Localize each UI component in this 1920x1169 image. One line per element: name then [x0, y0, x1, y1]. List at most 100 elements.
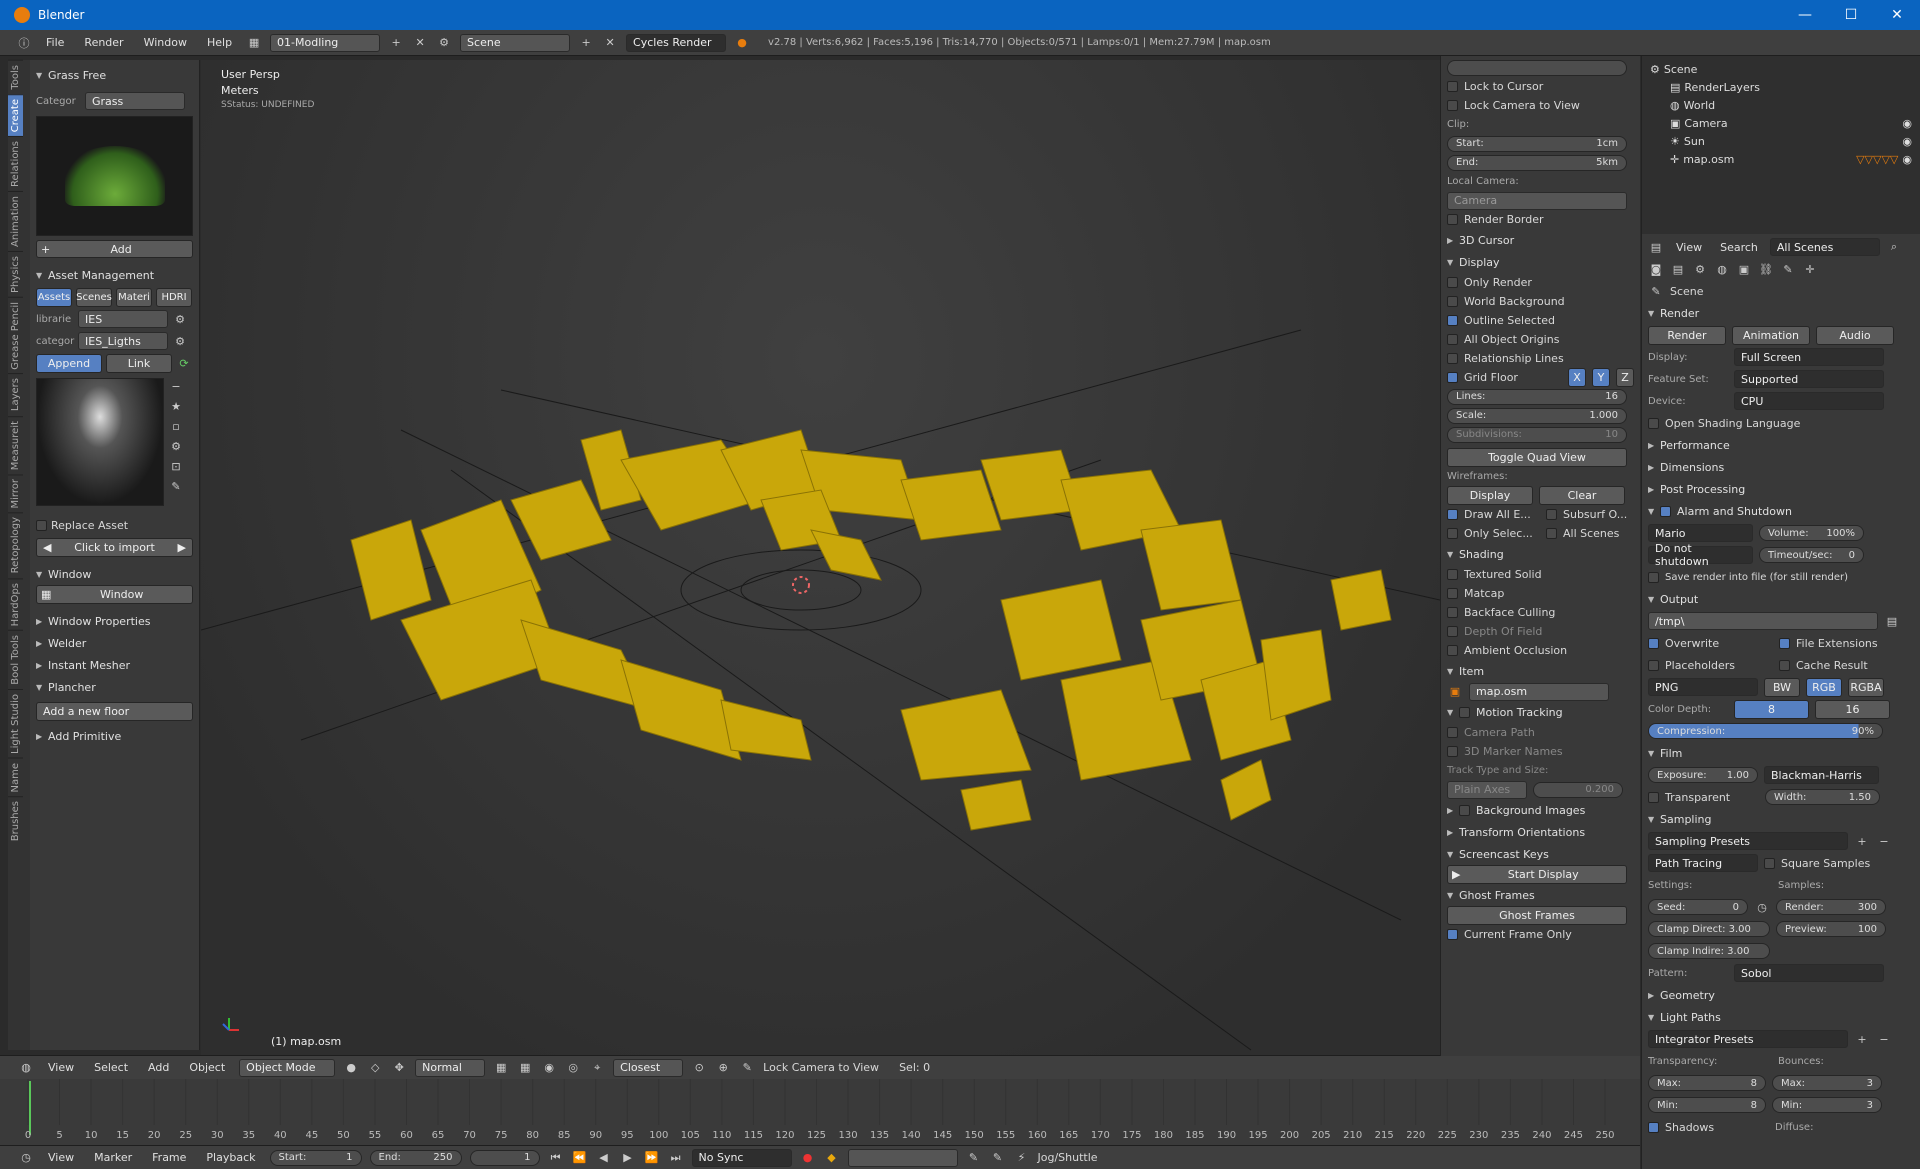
menu-playback[interactable]: Playback: [200, 1151, 261, 1164]
bounces-max-field[interactable]: Max: 3: [1772, 1075, 1882, 1091]
grid-floor-checkbox[interactable]: [1447, 372, 1458, 383]
sampling-presets-select[interactable]: Sampling Presets: [1648, 832, 1848, 850]
render-panel-header[interactable]: ▼ Render: [1648, 302, 1914, 324]
all-origins-checkbox[interactable]: [1447, 334, 1458, 345]
all-scenes-select[interactable]: All Scenes: [1769, 238, 1880, 256]
performance-header[interactable]: ▶ Performance: [1648, 434, 1914, 456]
grid-subdivisions-field[interactable]: Subdivisions: 10: [1447, 426, 1627, 443]
tab-retopology[interactable]: Retopology: [8, 512, 23, 578]
constraints-tab-icon[interactable]: ⛓: [1758, 261, 1774, 277]
record-icon[interactable]: ●: [800, 1150, 816, 1166]
grass-panel-header[interactable]: ▼ Grass Free: [36, 64, 193, 86]
display-header[interactable]: ▼ Display: [1447, 251, 1634, 273]
menu-window[interactable]: Window: [138, 36, 193, 49]
visibility-eye-icon[interactable]: ◉: [1902, 153, 1912, 166]
textured-solid-checkbox[interactable]: [1447, 569, 1458, 580]
keying-set-field[interactable]: [847, 1148, 958, 1167]
scene-field[interactable]: Scene: [460, 33, 571, 52]
lock-icon[interactable]: ⊡: [168, 458, 184, 474]
seed-field[interactable]: Seed: 0: [1648, 899, 1748, 915]
pixel-filter-select[interactable]: Blackman-Harris: [1764, 766, 1879, 784]
window-button[interactable]: ▦ Window: [36, 585, 193, 604]
outliner-item-map-osm[interactable]: ✛ map.osm ▽▽▽▽▽ ◉: [1650, 150, 1912, 168]
file-extensions-checkbox[interactable]: [1779, 637, 1790, 649]
jump-end-icon[interactable]: ⏭: [668, 1150, 684, 1166]
tab-animation[interactable]: Animation: [8, 190, 23, 251]
axis-y-toggle[interactable]: Y: [1592, 368, 1610, 387]
3d-viewport[interactable]: User Persp Meters SStatus: UNDEFINED (1)…: [201, 60, 1440, 1055]
clock-icon[interactable]: ◷: [1754, 899, 1770, 915]
visibility-eye-icon[interactable]: ◉: [1902, 117, 1912, 130]
pattern-select[interactable]: Sobol: [1734, 964, 1884, 982]
opengl-render-icon[interactable]: ⊙: [691, 1060, 707, 1076]
rgba-toggle[interactable]: RGBA: [1848, 677, 1884, 697]
snap-icon[interactable]: ⌖: [589, 1060, 605, 1076]
append-button[interactable]: Append: [36, 353, 102, 373]
settings-icon[interactable]: ⚙: [168, 438, 184, 454]
post-processing-header[interactable]: ▶ Post Processing: [1648, 478, 1914, 500]
draw-all-edges-checkbox[interactable]: [1447, 509, 1458, 520]
osl-checkbox[interactable]: [1648, 417, 1659, 429]
tab-create[interactable]: Create: [8, 93, 23, 136]
minimize-button[interactable]: —: [1782, 0, 1828, 30]
item-name-field[interactable]: map.osm: [1469, 682, 1609, 701]
replace-asset-checkbox[interactable]: [36, 519, 47, 531]
tab-grease-pencil[interactable]: Grease Pencil: [8, 296, 23, 374]
output-path-field[interactable]: /tmp\: [1648, 612, 1878, 630]
outline-selected-checkbox[interactable]: [1447, 315, 1458, 326]
ambient-occlusion-checkbox[interactable]: [1447, 645, 1458, 656]
shading-header[interactable]: ▼ Shading: [1447, 543, 1634, 565]
bounces-min-field[interactable]: Min: 3: [1772, 1097, 1882, 1113]
backface-culling-checkbox[interactable]: [1447, 607, 1458, 618]
audio-button[interactable]: Audio: [1816, 325, 1894, 345]
transform-orientations-header[interactable]: ▶ Transform Orientations: [1447, 821, 1634, 843]
geometry-header[interactable]: ▶ Geometry: [1648, 984, 1914, 1006]
background-images-header[interactable]: ▶ Background Images: [1447, 799, 1634, 821]
timeout-field[interactable]: Timeout/sec: 0: [1759, 547, 1864, 563]
layers-icon[interactable]: ▦: [493, 1060, 509, 1076]
axis-x-toggle[interactable]: X: [1568, 368, 1586, 387]
alarm-sound-select[interactable]: Mario: [1648, 524, 1753, 542]
save-render-checkbox[interactable]: [1648, 571, 1659, 583]
next-arrow-icon[interactable]: ▶: [178, 541, 186, 554]
menu-select[interactable]: Select: [88, 1061, 134, 1074]
ies-preview-thumbnail[interactable]: [36, 378, 164, 506]
tab-materials[interactable]: Materi: [116, 287, 152, 307]
ghost-frames-button[interactable]: Ghost Frames: [1447, 906, 1627, 925]
screen-layout-icon[interactable]: ▦: [246, 35, 262, 51]
welder-header[interactable]: ▶ Welder: [36, 632, 193, 654]
outliner-item-camera[interactable]: ▣ Camera ◉: [1650, 114, 1912, 132]
3d-cursor-header[interactable]: ▶ 3D Cursor: [1447, 229, 1634, 251]
start-display-button[interactable]: ▶ Start Display: [1447, 865, 1627, 884]
outliner-item-world[interactable]: ◍ World: [1650, 96, 1912, 114]
properties-editor-icon[interactable]: ▤: [1648, 239, 1664, 255]
scene-tab-icon[interactable]: ⚙: [1692, 261, 1708, 277]
lock-camera-checkbox[interactable]: [1447, 100, 1458, 111]
scene-icon[interactable]: ⚙: [436, 35, 452, 51]
layers-icon[interactable]: ▦: [517, 1060, 533, 1076]
marker-names-checkbox[interactable]: [1447, 746, 1458, 757]
end-frame-field[interactable]: End: 250: [369, 1149, 462, 1166]
delete-keyframe-icon[interactable]: ✎: [990, 1150, 1006, 1166]
object-tab-icon[interactable]: ▣: [1736, 261, 1752, 277]
asset-management-header[interactable]: ▼ Asset Management: [36, 264, 193, 286]
toggle-quad-view-button[interactable]: Toggle Quad View: [1447, 448, 1627, 467]
instant-mesher-header[interactable]: ▶ Instant Mesher: [36, 654, 193, 676]
dimensions-header[interactable]: ▶ Dimensions: [1648, 456, 1914, 478]
menu-add[interactable]: Add: [142, 1061, 175, 1074]
world-background-checkbox[interactable]: [1447, 296, 1458, 307]
screencast-keys-header[interactable]: ▼ Screencast Keys: [1447, 843, 1634, 865]
star-icon[interactable]: ★: [168, 398, 184, 414]
display-select[interactable]: Full Screen: [1734, 348, 1884, 366]
render-border-checkbox[interactable]: [1447, 214, 1458, 225]
alarm-checkbox[interactable]: [1660, 505, 1671, 517]
wireframe-display-button[interactable]: Display: [1447, 486, 1533, 505]
transparency-min-field[interactable]: Min: 8: [1648, 1097, 1766, 1113]
data-tab-icon[interactable]: ✛: [1802, 261, 1818, 277]
folder-icon[interactable]: ▤: [1884, 613, 1900, 629]
device-select[interactable]: CPU: [1734, 392, 1884, 410]
shutdown-select[interactable]: Do not shutdown: [1648, 542, 1753, 568]
prev-keyframe-icon[interactable]: ⏪: [572, 1150, 588, 1166]
jog-shuttle-icon[interactable]: ⚡: [1014, 1150, 1030, 1166]
grid-lines-field[interactable]: Lines: 16: [1447, 388, 1627, 405]
